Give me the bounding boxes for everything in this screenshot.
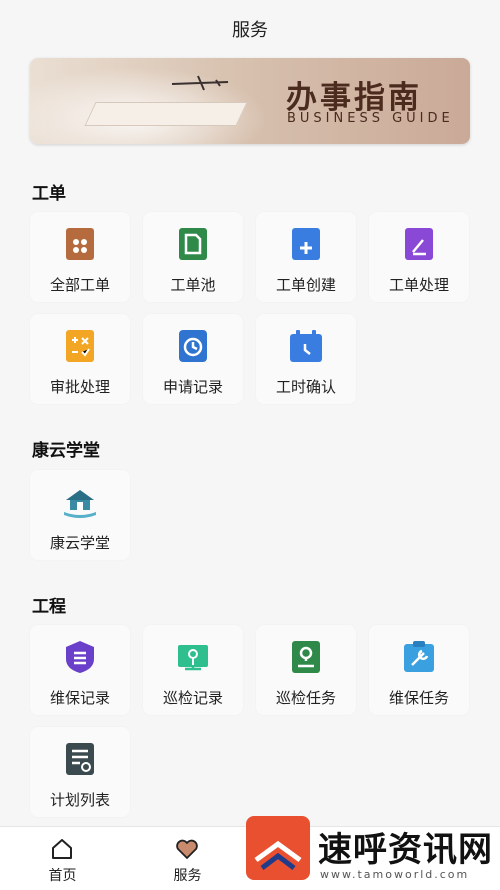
tile-maintenance-record[interactable]: 维保记录 (30, 625, 130, 715)
clouds-decoration (30, 58, 290, 144)
inspection-record-icon (178, 645, 208, 671)
watermark-text: 速呼资讯网 (318, 830, 493, 870)
tab-label: 服务 (173, 868, 202, 884)
section-title-school: 康云学堂 (32, 441, 100, 461)
school-icon (64, 490, 96, 518)
tile-label: 审批处理 (49, 378, 110, 396)
tile-label: 巡检任务 (275, 689, 336, 707)
handle-order-icon (405, 228, 433, 260)
all-orders-icon (66, 228, 94, 260)
tile-label: 工单池 (170, 276, 216, 294)
section-title-engineering: 工程 (32, 597, 66, 617)
tile-label: 康云学堂 (49, 534, 110, 552)
mountain-logo-icon (254, 840, 302, 870)
tile-work-hours[interactable]: 工时确认 (256, 314, 356, 404)
section-title-work-orders: 工单 (32, 184, 66, 204)
header: 服务 (0, 0, 500, 52)
tab-home[interactable]: 首页 (0, 827, 125, 890)
tile-label: 计划列表 (49, 791, 110, 809)
tab-service[interactable]: 服务 (125, 827, 250, 890)
tile-label: 工时确认 (275, 378, 336, 396)
tile-label: 维保记录 (49, 689, 110, 707)
tile-handle-order[interactable]: 工单处理 (369, 212, 469, 302)
tile-approval[interactable]: 审批处理 (30, 314, 130, 404)
application-record-icon (179, 330, 207, 362)
banner-subtitle: BUSINESS GUIDE (287, 111, 454, 126)
tile-label: 维保任务 (388, 689, 449, 707)
watermark: 速呼资讯网 www.tamoworld.com (246, 812, 500, 889)
tab-label: 首页 (48, 868, 77, 884)
work-hours-icon (290, 330, 322, 362)
business-guide-banner[interactable]: 办事指南 BUSINESS GUIDE (30, 58, 470, 144)
heart-icon (176, 839, 198, 859)
book-illustration (84, 102, 248, 126)
tile-label: 申请记录 (162, 378, 223, 396)
tile-inspection-record[interactable]: 巡检记录 (143, 625, 243, 715)
tile-all-orders[interactable]: 全部工单 (30, 212, 130, 302)
watermark-logo (246, 816, 310, 880)
watermark-url: www.tamoworld.com (320, 868, 470, 881)
create-order-icon (292, 228, 320, 260)
page-title: 服务 (232, 20, 268, 41)
tile-inspection-task[interactable]: 巡检任务 (256, 625, 356, 715)
plan-list-icon (66, 743, 94, 775)
tile-create-order[interactable]: 工单创建 (256, 212, 356, 302)
tile-application-record[interactable]: 申请记录 (143, 314, 243, 404)
tile-plan-list[interactable]: 计划列表 (30, 727, 130, 817)
maintenance-record-icon (66, 641, 94, 673)
tile-school[interactable]: 康云学堂 (30, 470, 130, 560)
tile-label: 工单创建 (275, 276, 336, 294)
order-pool-icon (179, 228, 207, 260)
tile-label: 全部工单 (49, 276, 110, 294)
airplane-icon (171, 75, 229, 91)
tile-order-pool[interactable]: 工单池 (143, 212, 243, 302)
tile-label: 巡检记录 (162, 689, 223, 707)
home-icon (52, 839, 72, 859)
inspection-task-icon (292, 641, 320, 673)
tile-maintenance-task[interactable]: 维保任务 (369, 625, 469, 715)
tile-label: 工单处理 (388, 276, 449, 294)
maintenance-task-icon (404, 641, 434, 672)
approval-icon (66, 330, 94, 362)
